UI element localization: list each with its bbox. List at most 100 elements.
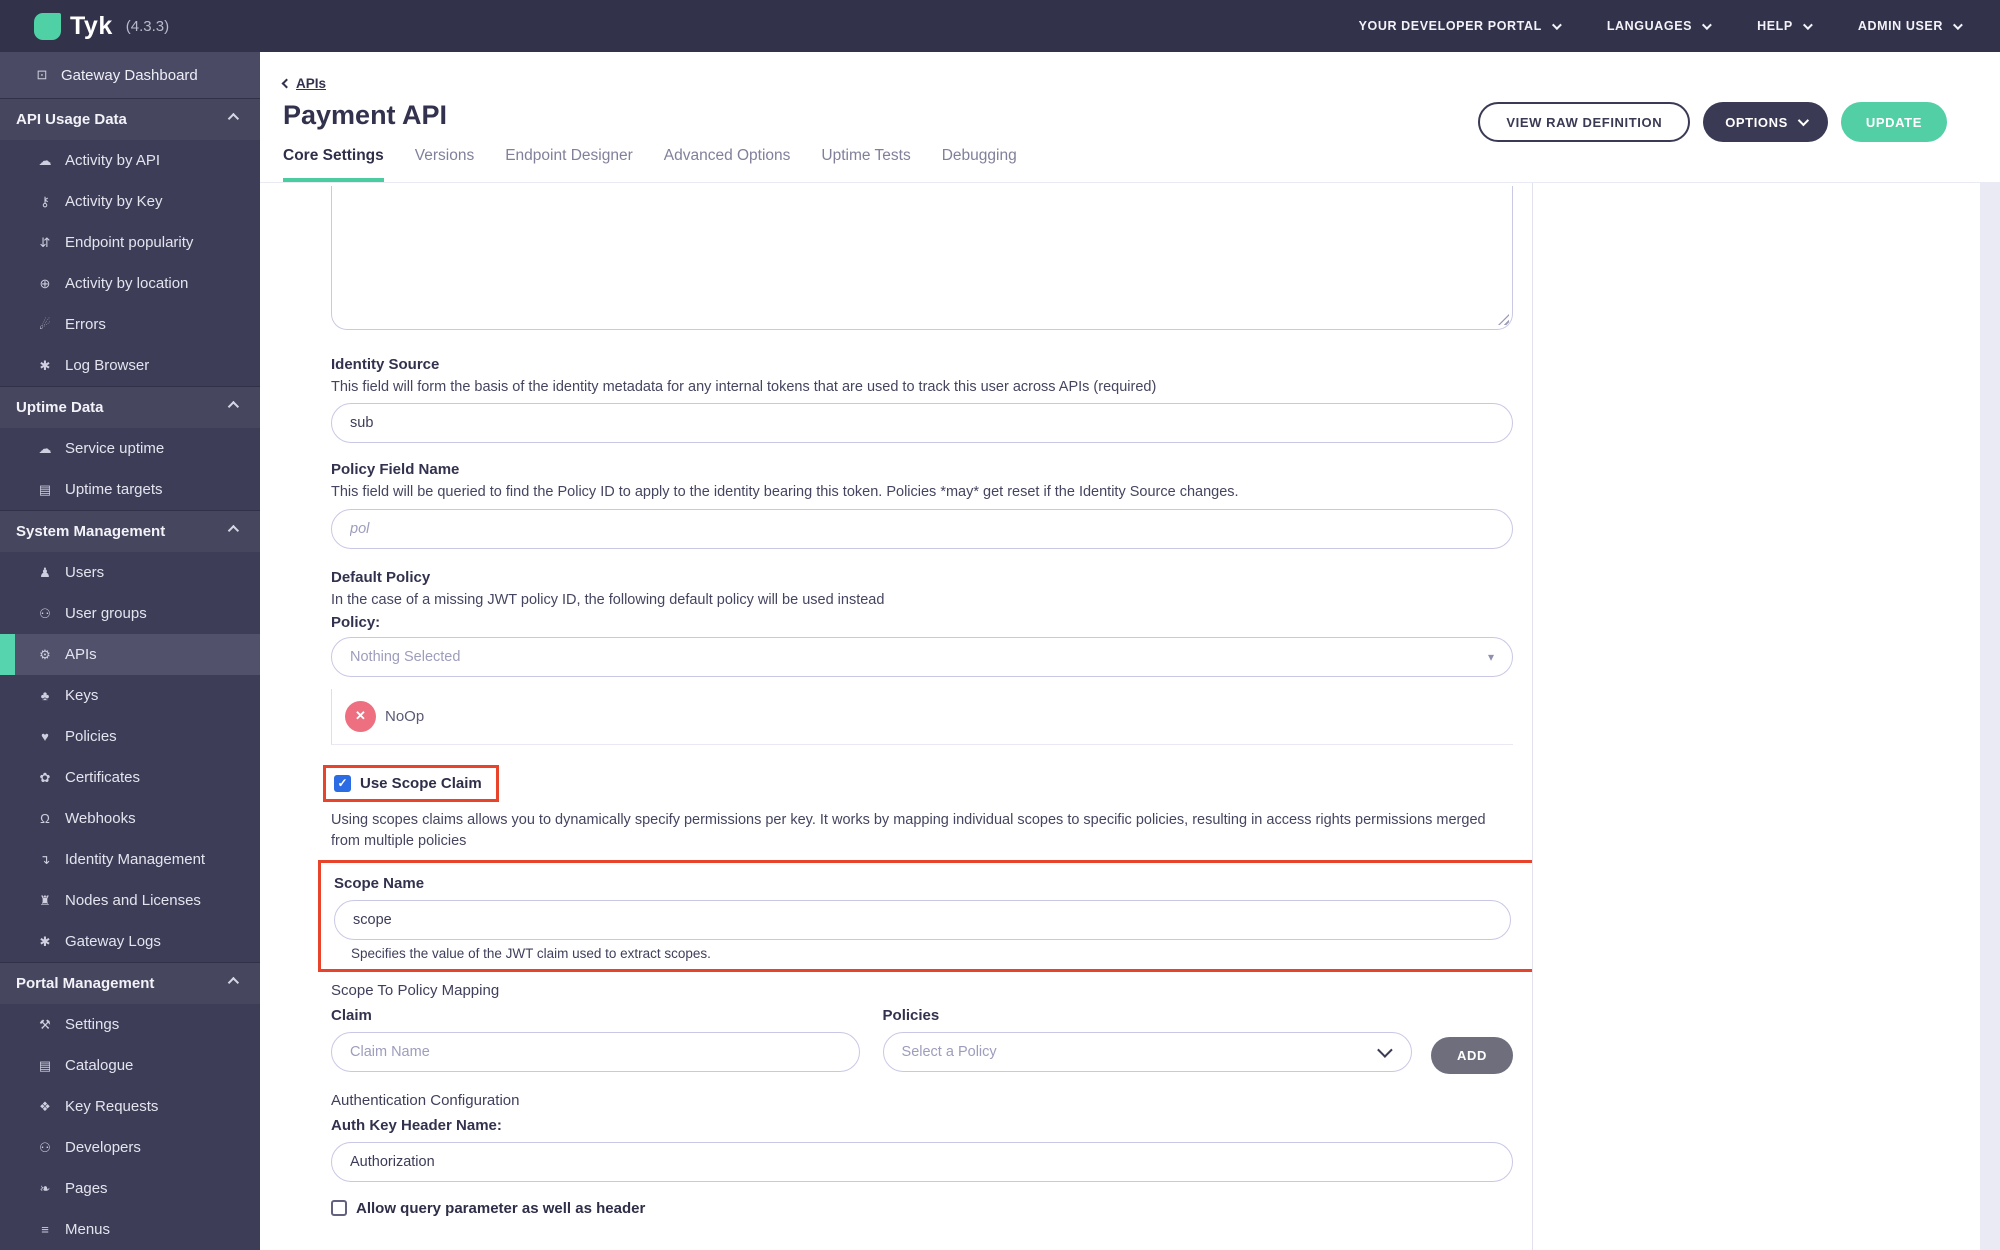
globe-icon: ⊕ (37, 276, 53, 292)
tab-uptime-tests[interactable]: Uptime Tests (821, 147, 910, 182)
sidebar-item-label: Key Requests (65, 1098, 158, 1115)
section-label: Uptime Data (16, 399, 104, 416)
sidebar-item-developers[interactable]: ⚇ Developers (0, 1127, 260, 1168)
header-buttons: VIEW RAW DEFINITION OPTIONS UPDATE (1478, 102, 1947, 142)
sidebar-item-key-requests[interactable]: ❖ Key Requests (0, 1086, 260, 1127)
tab-bar: Core Settings Versions Endpoint Designer… (283, 147, 1017, 182)
selected-policy-list: ✕ NoOp (331, 689, 1513, 745)
sidebar-item-errors[interactable]: ☄ Errors (0, 304, 260, 345)
add-mapping-button[interactable]: ADD (1431, 1037, 1513, 1074)
claim-name-input[interactable] (331, 1032, 860, 1072)
tab-debugging[interactable]: Debugging (942, 147, 1017, 182)
section-label: API Usage Data (16, 111, 127, 128)
menu-label: HELP (1757, 19, 1793, 33)
sidebar: ⊡ Gateway Dashboard API Usage Data ☁ Act… (0, 52, 260, 1250)
sidebar-item-webhooks[interactable]: Ω Webhooks (0, 798, 260, 839)
sidebar-item-identity-management[interactable]: ↴ Identity Management (0, 839, 260, 880)
tab-versions[interactable]: Versions (415, 147, 474, 182)
policy-field-name-label: Policy Field Name (331, 461, 1513, 478)
sidebar-item-activity-by-key[interactable]: ⚷ Activity by Key (0, 181, 260, 222)
identity-source-input[interactable] (331, 403, 1513, 443)
sidebar-item-catalogue[interactable]: ▤ Catalogue (0, 1045, 260, 1086)
select-a-policy-dropdown[interactable]: Select a Policy (883, 1032, 1413, 1072)
sidebar-section-uptime-data[interactable]: Uptime Data (0, 386, 260, 428)
chevron-down-icon (1702, 20, 1712, 30)
sidebar-section-api-usage-data[interactable]: API Usage Data (0, 98, 260, 140)
menu-languages[interactable]: LANGUAGES (1607, 19, 1709, 33)
default-policy-section: Default Policy In the case of a missing … (331, 569, 1513, 677)
sidebar-item-users[interactable]: ♟ Users (0, 552, 260, 593)
sidebar-item-label: Uptime targets (65, 481, 163, 498)
sidebar-item-label: Gateway Dashboard (61, 67, 198, 84)
sidebar-item-gateway-dashboard[interactable]: ⊡ Gateway Dashboard (0, 52, 260, 98)
sidebar-item-service-uptime[interactable]: ☁ Service uptime (0, 428, 260, 469)
sidebar-item-settings[interactable]: ⚒ Settings (0, 1004, 260, 1045)
sidebar-item-user-groups[interactable]: ⚇ User groups (0, 593, 260, 634)
sidebar-item-log-browser[interactable]: ✱ Log Browser (0, 345, 260, 386)
sidebar-item-label: Gateway Logs (65, 933, 161, 950)
policy-field-name-input[interactable] (331, 509, 1513, 549)
page-title: Payment API (283, 100, 447, 131)
sidebar-item-label: Users (65, 564, 104, 581)
menu-developer-portal[interactable]: YOUR DEVELOPER PORTAL (1359, 19, 1559, 33)
breadcrumb[interactable]: APIs (283, 76, 326, 91)
view-raw-definition-button[interactable]: VIEW RAW DEFINITION (1478, 102, 1690, 142)
sidebar-section-system-management[interactable]: System Management (0, 510, 260, 552)
menu-help[interactable]: HELP (1757, 19, 1810, 33)
chevron-up-icon (228, 112, 239, 123)
scope-name-input[interactable] (334, 900, 1511, 940)
allow-query-param-checkbox[interactable] (331, 1200, 347, 1216)
main-area: APIs Payment API VIEW RAW DEFINITION OPT… (260, 52, 2000, 1250)
sidebar-item-policies[interactable]: ♥ Policies (0, 716, 260, 757)
tab-advanced-options[interactable]: Advanced Options (664, 147, 791, 182)
chevron-left-icon (282, 79, 292, 89)
sidebar-item-activity-by-api[interactable]: ☁ Activity by API (0, 140, 260, 181)
sidebar-item-label: Errors (65, 316, 106, 333)
options-button[interactable]: OPTIONS (1703, 102, 1828, 142)
update-button[interactable]: UPDATE (1841, 102, 1947, 142)
policy-select[interactable]: Nothing Selected ▾ (331, 637, 1513, 677)
sidebar-item-menus[interactable]: ≡ Menus (0, 1209, 260, 1250)
scope-name-helper: Specifies the value of the JWT claim use… (334, 946, 1511, 961)
sidebar-item-label: Menus (65, 1221, 110, 1238)
identity-source-description: This field will form the basis of the id… (331, 377, 1513, 397)
button-label: UPDATE (1866, 115, 1922, 130)
chevron-up-icon (228, 400, 239, 411)
logo-text: Tyk (70, 12, 113, 41)
tyk-logo-icon (34, 13, 61, 40)
sidebar-item-pages[interactable]: ❧ Pages (0, 1168, 260, 1209)
sidebar-item-label: Endpoint popularity (65, 234, 193, 251)
branch-icon: ⇵ (37, 235, 53, 251)
claim-label: Claim (331, 1007, 860, 1024)
sidebar-item-uptime-targets[interactable]: ▤ Uptime targets (0, 469, 260, 510)
sidebar-item-label: Nodes and Licenses (65, 892, 201, 909)
sidebar-item-activity-by-location[interactable]: ⊕ Activity by location (0, 263, 260, 304)
sidebar-item-label: Policies (65, 728, 117, 745)
sidebar-item-endpoint-popularity[interactable]: ⇵ Endpoint popularity (0, 222, 260, 263)
sidebar-item-label: Keys (65, 687, 98, 704)
scrollbar-track[interactable] (1980, 183, 2000, 1250)
menu-admin-user[interactable]: ADMIN USER (1858, 19, 1960, 33)
sidebar-item-gateway-logs[interactable]: ✱ Gateway Logs (0, 921, 260, 962)
auth-key-header-name-input[interactable] (331, 1142, 1513, 1182)
tab-endpoint-designer[interactable]: Endpoint Designer (505, 147, 633, 182)
remove-policy-button[interactable]: ✕ (345, 701, 376, 732)
policy-chip-label: NoOp (385, 708, 424, 725)
breadcrumb-label: APIs (296, 76, 326, 91)
tyk-logo[interactable]: Tyk (4.3.3) (34, 12, 169, 41)
sidebar-item-label: User groups (65, 605, 147, 622)
caret-down-icon: ▾ (1488, 650, 1494, 664)
sidebar-section-portal-management[interactable]: Portal Management (0, 962, 260, 1004)
scope-to-policy-mapping-section: Scope To Policy Mapping Claim Policies S… (331, 982, 1513, 1074)
sidebar-item-label: Developers (65, 1139, 141, 1156)
identity-hook-icon: ↴ (37, 852, 53, 868)
api-description-textarea[interactable] (331, 186, 1513, 330)
sidebar-item-keys[interactable]: ♣ Keys (0, 675, 260, 716)
sidebar-item-nodes-and-licenses[interactable]: ♜ Nodes and Licenses (0, 880, 260, 921)
allow-query-param-label: Allow query parameter as well as header (356, 1200, 645, 1217)
sidebar-item-apis[interactable]: ⚙ APIs (0, 634, 260, 675)
tab-core-settings[interactable]: Core Settings (283, 147, 384, 182)
sidebar-item-certificates[interactable]: ✿ Certificates (0, 757, 260, 798)
use-scope-claim-checkbox[interactable]: ✓ (334, 775, 351, 792)
chevron-up-icon (228, 524, 239, 535)
